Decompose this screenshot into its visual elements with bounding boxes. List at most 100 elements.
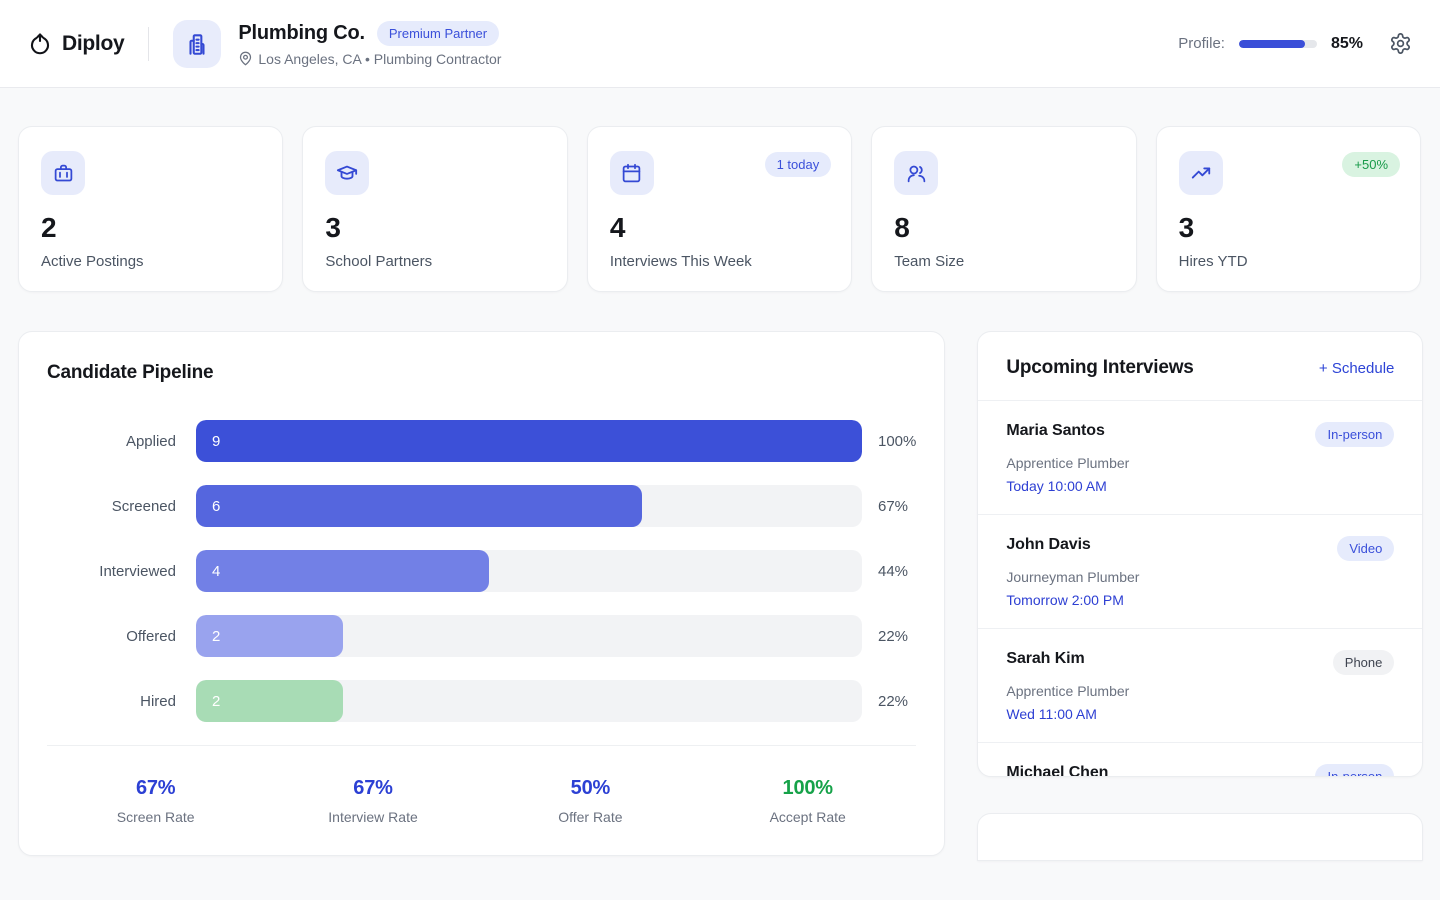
pipeline-stage-screened: Screened 6 67% [47,485,916,527]
rate-interview: 67% Interview Rate [264,777,481,825]
stat-card-interviews-week: 1 today 4 Interviews This Week [587,126,852,292]
stage-percent: 22% [878,628,908,645]
stat-label: School Partners [325,253,544,270]
growth-badge: +50% [1342,152,1400,177]
profile-progress-bar [1239,40,1317,48]
diploy-logo-icon [28,32,52,56]
building-icon [184,31,210,57]
rate-label: Offer Rate [482,809,699,825]
pipeline-rates: 67% Screen Rate 67% Interview Rate 50% O… [47,777,916,825]
stage-label: Applied [47,433,196,450]
graduation-cap-icon [325,151,369,195]
schedule-button[interactable]: + Schedule [1319,360,1394,377]
stat-card-active-postings: 2 Active Postings [18,126,283,292]
pipeline-stage-offered: Offered 2 22% [47,615,916,657]
company-name: Plumbing Co. [238,22,364,45]
calendar-icon [610,151,654,195]
stat-card-hires-ytd: +50% 3 Hires YTD [1156,126,1421,292]
stat-label: Active Postings [41,253,260,270]
stage-bar: 2 [196,680,343,722]
pipeline-divider [47,745,916,746]
stage-percent: 44% [878,563,908,580]
settings-button[interactable] [1389,32,1412,55]
stage-track: 6 [196,485,862,527]
interview-time: Tomorrow 2:00 PM [1006,592,1394,608]
rate-offer: 50% Offer Rate [482,777,699,825]
stage-label: Screened [47,498,196,515]
stat-label: Team Size [894,253,1113,270]
candidate-role: Apprentice Plumber [1006,455,1394,471]
candidate-role: Journeyman Plumber [1006,569,1394,585]
stat-label: Hires YTD [1179,253,1398,270]
company-avatar [173,20,221,68]
pipeline-title: Candidate Pipeline [47,362,916,384]
profile-percent: 85% [1331,35,1363,53]
map-pin-icon [238,51,253,66]
rate-value: 50% [482,777,699,800]
profile-progress-fill [1239,40,1305,48]
rate-screen: 67% Screen Rate [47,777,264,825]
pipeline-stage-hired: Hired 2 22% [47,680,916,722]
interview-item-john-davis[interactable]: John Davis Video Journeyman Plumber Tomo… [978,515,1422,629]
interview-item-michael-chen[interactable]: Michael Chen In-person Apprentice Plumbe… [978,743,1422,777]
stage-bar: 2 [196,615,343,657]
interview-item-sarah-kim[interactable]: Sarah Kim Phone Apprentice Plumber Wed 1… [978,629,1422,743]
stage-label: Hired [47,693,196,710]
interview-item-maria-santos[interactable]: Maria Santos In-person Apprentice Plumbe… [978,401,1422,515]
stage-bar: 4 [196,550,489,592]
stat-card-team-size: 8 Team Size [871,126,1136,292]
rate-accept: 100% Accept Rate [699,777,916,825]
interview-time: Today 10:00 AM [1006,478,1394,494]
premium-partner-badge: Premium Partner [377,21,499,46]
profile-label: Profile: [1178,35,1225,52]
stat-value: 2 [41,214,260,242]
stage-track: 2 [196,680,862,722]
users-icon [894,151,938,195]
rate-value: 67% [47,777,264,800]
interview-type-badge: In-person [1315,422,1394,447]
rate-label: Screen Rate [47,809,264,825]
today-count-badge: 1 today [765,152,832,177]
stage-percent: 22% [878,693,908,710]
stage-track: 4 [196,550,862,592]
candidate-name: John Davis [1006,536,1090,554]
rate-label: Accept Rate [699,809,916,825]
gear-icon [1389,32,1412,55]
stage-bar: 6 [196,485,642,527]
candidate-pipeline-panel: Candidate Pipeline Applied 9 100% Screen… [18,331,945,856]
rate-value: 67% [264,777,481,800]
stage-track: 9 [196,420,862,462]
next-panel-peek [977,813,1423,861]
rate-value: 100% [699,777,916,800]
company-meta-text: Los Angeles, CA • Plumbing Contractor [258,51,501,67]
trending-up-icon [1179,151,1223,195]
stat-label: Interviews This Week [610,253,829,270]
candidate-role: Apprentice Plumber [1006,683,1394,699]
pipeline-chart: Applied 9 100% Screened 6 67% Interviewe… [47,420,916,722]
interview-time: Wed 11:00 AM [1006,706,1394,722]
upcoming-interviews-panel: Upcoming Interviews + Schedule Maria San… [977,331,1423,777]
pipeline-stage-applied: Applied 9 100% [47,420,916,462]
top-header: Diploy Plumbin [0,0,1440,88]
interviews-title: Upcoming Interviews [1006,357,1193,379]
stage-label: Offered [47,628,196,645]
interview-type-badge: In-person [1315,764,1394,777]
briefcase-icon [41,151,85,195]
candidate-name: Maria Santos [1006,422,1104,440]
header-divider [148,27,149,61]
stage-track: 2 [196,615,862,657]
stat-card-school-partners: 3 School Partners [302,126,567,292]
stat-value: 3 [325,214,544,242]
stage-label: Interviewed [47,563,196,580]
stage-percent: 100% [878,433,916,450]
interview-type-badge: Video [1337,536,1394,561]
stat-value: 4 [610,214,829,242]
stat-value: 3 [1179,214,1398,242]
stage-bar: 9 [196,420,862,462]
stats-row: 2 Active Postings 3 School Partners [18,126,1421,292]
rate-label: Interview Rate [264,809,481,825]
interview-type-badge: Phone [1333,650,1395,675]
brand-logo[interactable]: Diploy [28,32,124,56]
candidate-name: Sarah Kim [1006,650,1084,668]
brand-name: Diploy [62,32,124,56]
